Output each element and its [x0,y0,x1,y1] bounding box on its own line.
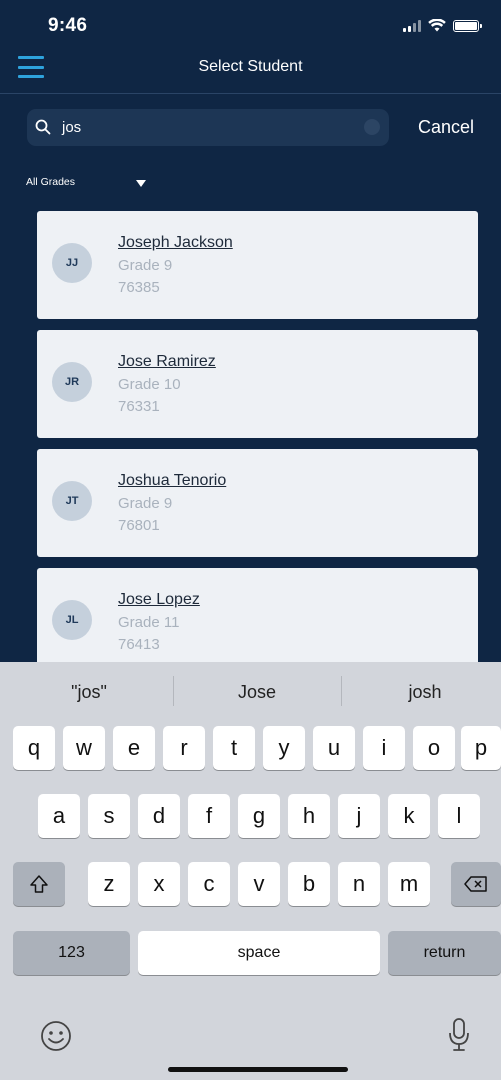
student-name[interactable]: Joseph Jackson [118,234,233,252]
battery-icon [453,19,482,32]
numbers-key[interactable]: 123 [13,931,130,975]
home-indicator[interactable] [168,1067,348,1072]
shift-key[interactable] [13,862,65,906]
key-d[interactable]: d [138,794,180,838]
key-e[interactable]: e [113,726,155,770]
search-icon [35,119,51,135]
key-w[interactable]: w [63,726,105,770]
student-grade: Grade 9 [118,257,173,274]
return-key[interactable]: return [388,931,501,975]
signal-icon [403,19,421,32]
student-id: 76801 [118,517,160,534]
key-p[interactable]: p [461,726,501,770]
student-grade: Grade 11 [118,614,180,631]
student-name[interactable]: Joshua Tenorio [118,472,226,490]
cancel-button[interactable]: Cancel [418,117,474,138]
student-list: JJ Joseph Jackson Grade 9 76385 JR Jose … [37,211,478,687]
status-time: 9:46 [48,15,88,36]
avatar: JL [52,600,92,640]
microphone-icon[interactable] [446,1017,472,1053]
student-card[interactable]: JT Joshua Tenorio Grade 9 76801 [37,449,478,557]
search-input[interactable]: jos [27,109,389,146]
suggestion-bar: "jos" Jose josh [0,662,501,724]
page-title: Select Student [198,58,303,75]
grade-filter-label: All Grades [26,176,76,188]
student-card[interactable]: JJ Joseph Jackson Grade 9 76385 [37,211,478,319]
nav-bar: Select Student [0,50,501,94]
key-b[interactable]: b [288,862,330,906]
key-h[interactable]: h [288,794,330,838]
key-l[interactable]: l [438,794,480,838]
keyboard-bottom-bar [0,1005,501,1080]
avatar: JJ [52,243,92,283]
caret-down-icon [136,180,146,187]
key-i[interactable]: i [363,726,405,770]
key-o[interactable]: o [413,726,455,770]
key-v[interactable]: v [238,862,280,906]
key-c[interactable]: c [188,862,230,906]
key-u[interactable]: u [313,726,355,770]
student-card[interactable]: JL Jose Lopez Grade 11 76413 [37,568,478,676]
emoji-icon[interactable] [40,1020,72,1052]
key-s[interactable]: s [88,794,130,838]
on-screen-keyboard: "jos" Jose josh q w e r t y u i o p a s … [0,662,501,1080]
avatar: JT [52,481,92,521]
backspace-key[interactable] [451,862,501,906]
key-g[interactable]: g [238,794,280,838]
status-icons [403,19,482,32]
student-name[interactable]: Jose Lopez [118,591,200,609]
key-r[interactable]: r [163,726,205,770]
key-a[interactable]: a [38,794,80,838]
status-bar: 9:46 [0,0,501,50]
backspace-icon [464,876,487,892]
grade-filter-dropdown[interactable]: All Grades [26,176,146,188]
key-z[interactable]: z [88,862,130,906]
student-id: 76413 [118,636,160,653]
clear-search-icon[interactable] [364,119,380,135]
suggestion-item[interactable]: josh [342,682,501,703]
key-x[interactable]: x [138,862,180,906]
key-f[interactable]: f [188,794,230,838]
student-grade: Grade 10 [118,376,181,393]
avatar: JR [52,362,92,402]
key-y[interactable]: y [263,726,305,770]
search-value: jos [62,119,82,136]
key-q[interactable]: q [13,726,55,770]
student-grade: Grade 9 [118,495,173,512]
key-j[interactable]: j [338,794,380,838]
student-name[interactable]: Jose Ramirez [118,353,216,371]
student-id: 76331 [118,398,160,415]
wifi-icon [428,19,446,32]
key-n[interactable]: n [338,862,380,906]
shift-icon [30,875,48,893]
student-card[interactable]: JR Jose Ramirez Grade 10 76331 [37,330,478,438]
suggestion-item[interactable]: Jose [174,682,340,703]
key-k[interactable]: k [388,794,430,838]
key-m[interactable]: m [388,862,430,906]
student-id: 76385 [118,279,160,296]
suggestion-item[interactable]: "jos" [6,682,172,703]
space-key[interactable]: space [138,931,380,975]
key-t[interactable]: t [213,726,255,770]
